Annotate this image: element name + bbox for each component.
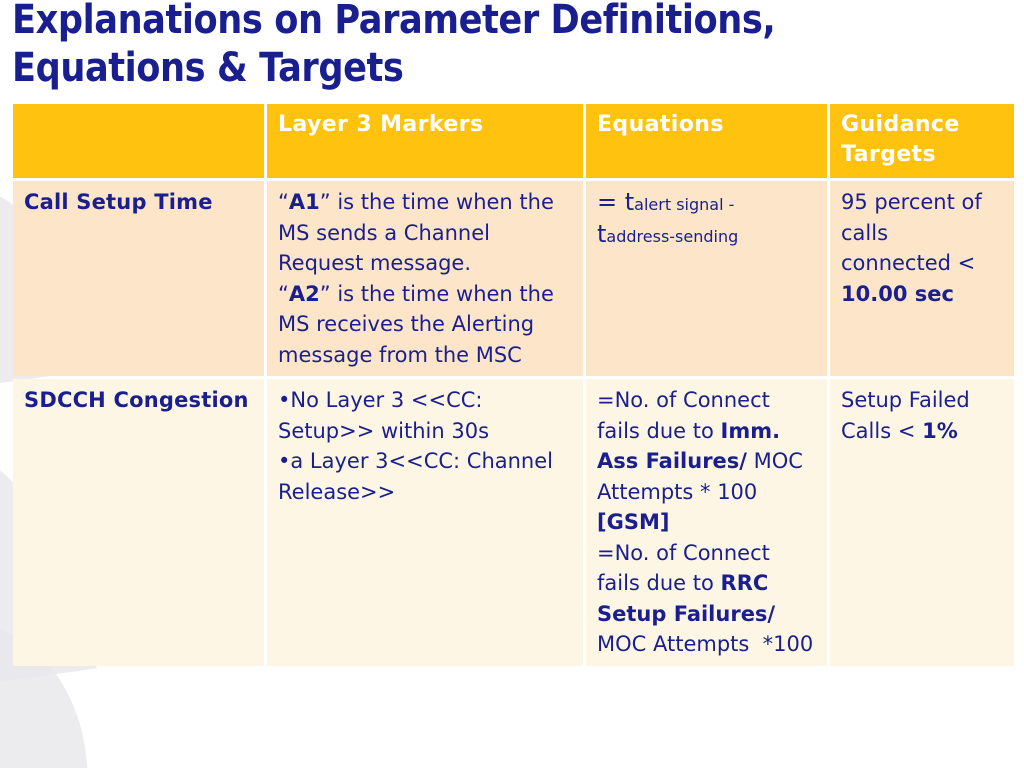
equation-umts: =No. of Connect fails due to RRC Setup F…	[597, 540, 814, 657]
slide-canvas: Explanations on Parameter Definitions, E…	[0, 0, 1024, 768]
parameter-definitions-table-container: Layer 3 Markers Equations Guidance Targe…	[10, 101, 1014, 669]
table-header-cell-layer3-markers: Layer 3 Markers	[267, 104, 583, 178]
table-header-cell-equations: Equations	[586, 104, 827, 178]
table-row: SDCCH Congestion •No Layer 3 <<CC: Setup…	[13, 379, 1014, 666]
marker-a1-line: “A1” is the time when the MS sends a Cha…	[278, 190, 554, 275]
row-label-sdcch-congestion: SDCCH Congestion	[13, 379, 264, 666]
row-label-call-setup-time: Call Setup Time	[13, 181, 264, 376]
cell-layer3-markers-call-setup-time: “A1” is the time when the MS sends a Cha…	[267, 181, 583, 376]
cell-equations-sdcch-congestion: =No. of Connect fails due to Imm. Ass Fa…	[586, 379, 827, 666]
table-header-cell-corner	[13, 104, 264, 178]
equation-gsm: =No. of Connect fails due to Imm. Ass Fa…	[597, 388, 803, 534]
table-row: Call Setup Time “A1” is the time when th…	[13, 181, 1014, 376]
cell-guidance-target-sdcch-congestion: Setup Failed Calls < 1%	[830, 379, 1014, 666]
parameter-definitions-table: Layer 3 Markers Equations Guidance Targe…	[10, 101, 1017, 669]
marker-a2-line: “A2” is the time when the MS receives th…	[278, 281, 554, 367]
cell-equations-call-setup-time: = talert signal - taddress-sending	[586, 181, 827, 376]
bullet-item: •No Layer 3 <<CC: Setup>> within 30s	[278, 388, 490, 443]
page-title: Explanations on Parameter Definitions, E…	[12, 0, 788, 91]
cell-layer3-markers-sdcch-congestion: •No Layer 3 <<CC: Setup>> within 30s •a …	[267, 379, 583, 666]
table-header-row: Layer 3 Markers Equations Guidance Targe…	[13, 104, 1014, 178]
cell-guidance-target-call-setup-time: 95 percent of calls connected < 10.00 se…	[830, 181, 1014, 376]
table-header-cell-guidance-targets: Guidance Targets	[830, 104, 1014, 178]
bullet-item: •a Layer 3<<CC: Channel Release>>	[278, 449, 553, 504]
